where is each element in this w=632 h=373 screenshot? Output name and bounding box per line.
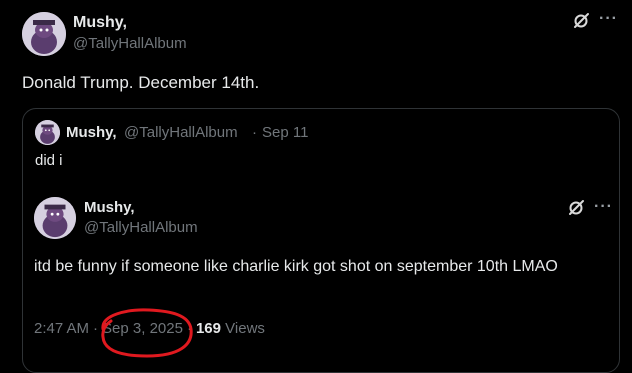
inner-post-text: itd be funny if someone like charlie kir…	[34, 258, 558, 275]
post-meta: 2:47 AM · Sep 3, 2025 · 169 Views	[34, 320, 265, 337]
post-date: Sep 3, 2025	[102, 320, 183, 337]
more-icon[interactable]: ···	[599, 10, 618, 28]
avatar-image	[35, 120, 60, 145]
more-icon: ···	[594, 198, 613, 215]
quote-separator: ·	[252, 124, 257, 141]
meta-separator: ·	[186, 320, 192, 337]
views-count: 169	[195, 320, 221, 337]
quote-date[interactable]: Sep 11	[262, 124, 308, 141]
quote-author-handle[interactable]: @TallyHallAlbum	[124, 124, 238, 141]
author-handle[interactable]: @TallyHallAlbum	[73, 35, 187, 52]
views-label: Views	[225, 320, 265, 337]
inner-author-name: Mushy,	[84, 199, 135, 216]
grok-icon[interactable]	[572, 12, 590, 30]
post-time: 2:47 AM	[34, 320, 90, 337]
grok-icon	[567, 199, 585, 217]
inner-avatar	[34, 197, 76, 239]
quote-avatar[interactable]	[35, 120, 60, 145]
avatar[interactable]	[22, 12, 66, 56]
meta-separator: ·	[93, 320, 99, 337]
avatar-image	[22, 12, 66, 56]
author-name[interactable]: Mushy,	[73, 14, 127, 32]
quote-text: did i	[35, 152, 63, 169]
inner-author-handle: @TallyHallAlbum	[84, 219, 198, 236]
avatar-image	[34, 197, 76, 239]
quote-author-name[interactable]: Mushy,	[66, 124, 117, 141]
post-text: Donald Trump. December 14th.	[22, 73, 260, 92]
